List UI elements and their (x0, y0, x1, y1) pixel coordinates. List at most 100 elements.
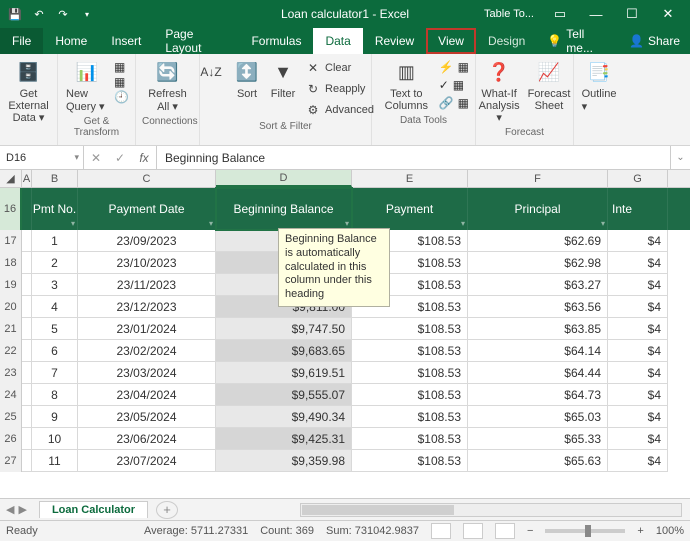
tab-insert[interactable]: Insert (99, 28, 153, 54)
formula-bar[interactable]: Beginning Balance (157, 146, 670, 169)
cell[interactable] (22, 318, 32, 340)
what-if-button[interactable]: ❓ What-If Analysis ▾ (477, 56, 522, 126)
close-icon[interactable]: ✕ (650, 0, 686, 28)
cell-interest[interactable]: $4 (608, 428, 668, 450)
cell-beginning-balance[interactable]: $9,619.51 (216, 362, 352, 384)
horizontal-scrollbar[interactable] (300, 503, 682, 517)
dropdown-icon[interactable]: ▾ (601, 219, 605, 228)
cell-pmt-no[interactable]: 7 (32, 362, 78, 384)
ribbon-options-icon[interactable]: ▭ (542, 0, 578, 28)
cancel-icon[interactable]: ✕ (84, 151, 108, 165)
select-all-corner[interactable]: ◢ (0, 170, 22, 187)
refresh-all-button[interactable]: 🔄 Refresh All ▾ (142, 56, 193, 115)
cell-interest[interactable]: $4 (608, 274, 668, 296)
cell-payment-date[interactable]: 23/09/2023 (78, 230, 216, 252)
cell-payment[interactable]: $108.53 (352, 384, 468, 406)
row-header[interactable]: 25 (0, 406, 22, 428)
reapply-button[interactable]: ↻Reapply (303, 79, 376, 99)
from-table-icon[interactable]: ▦ (114, 75, 129, 89)
cell-payment-date[interactable]: 23/06/2024 (78, 428, 216, 450)
cell[interactable] (22, 230, 32, 252)
cell[interactable] (22, 340, 32, 362)
th-beginning-balance[interactable]: Beginning Balance▾ (216, 188, 352, 230)
row-header[interactable]: 18 (0, 252, 22, 274)
consolidate-icon[interactable]: ▦ (453, 78, 464, 92)
cell-principal[interactable]: $63.56 (468, 296, 608, 318)
view-layout-icon[interactable] (463, 523, 483, 539)
cell-interest[interactable]: $4 (608, 406, 668, 428)
cell-payment-date[interactable]: 23/12/2023 (78, 296, 216, 318)
col-B[interactable]: B (32, 170, 78, 187)
text-to-columns-button[interactable]: ▥ Text to Columns (378, 56, 435, 114)
cell-payment-date[interactable]: 23/04/2024 (78, 384, 216, 406)
cell-principal[interactable]: $65.03 (468, 406, 608, 428)
cell-principal[interactable]: $62.98 (468, 252, 608, 274)
cell-interest[interactable]: $4 (608, 296, 668, 318)
cell-principal[interactable]: $64.14 (468, 340, 608, 362)
th-principal[interactable]: Principal▾ (468, 188, 608, 230)
cell-beginning-balance[interactable]: $9,747.50 (216, 318, 352, 340)
manage-model-icon[interactable]: ▦ (458, 96, 469, 110)
sort-button[interactable]: ↕️ Sort (231, 56, 263, 102)
minimize-icon[interactable]: — (578, 0, 614, 28)
qat-customize-icon[interactable]: ▾ (76, 3, 98, 25)
worksheet[interactable]: ◢ A B C D E F G 16 Pmt No.▾ Payment Date… (0, 170, 690, 498)
cell-interest[interactable]: $4 (608, 230, 668, 252)
row-header[interactable]: 27 (0, 450, 22, 472)
recent-sources-icon[interactable]: 🕘 (114, 90, 129, 104)
cell[interactable] (22, 362, 32, 384)
dropdown-icon[interactable]: ▾ (209, 219, 213, 228)
tell-me[interactable]: 💡 Tell me... (537, 28, 619, 54)
row-header[interactable]: 23 (0, 362, 22, 384)
cell-interest[interactable]: $4 (608, 252, 668, 274)
col-F[interactable]: F (468, 170, 608, 187)
dropdown-icon[interactable]: ▾ (71, 219, 75, 228)
cell-interest[interactable]: $4 (608, 340, 668, 362)
col-C[interactable]: C (78, 170, 216, 187)
flash-fill-icon[interactable]: ⚡ (439, 60, 454, 74)
formula-expand-icon[interactable]: ⌄ (670, 146, 690, 169)
name-box[interactable]: D16 (0, 146, 84, 169)
save-icon[interactable]: 💾 (4, 3, 26, 25)
advanced-button[interactable]: ⚙Advanced (303, 100, 376, 120)
col-A[interactable]: A (22, 170, 32, 187)
cell-pmt-no[interactable]: 10 (32, 428, 78, 450)
undo-icon[interactable]: ↶ (28, 3, 50, 25)
cell-beginning-balance[interactable]: $9,555.07 (216, 384, 352, 406)
cell-payment-date[interactable]: 23/03/2024 (78, 362, 216, 384)
cell-beginning-balance[interactable]: $9,359.98 (216, 450, 352, 472)
cell-payment[interactable]: $108.53 (352, 406, 468, 428)
col-D[interactable]: D (216, 170, 352, 187)
col-E[interactable]: E (352, 170, 468, 187)
cell-pmt-no[interactable]: 1 (32, 230, 78, 252)
cell-payment-date[interactable]: 23/07/2024 (78, 450, 216, 472)
fx-icon[interactable]: fx (132, 151, 156, 165)
row-header[interactable]: 20 (0, 296, 22, 318)
sheet-tab-active[interactable]: Loan Calculator (39, 501, 148, 518)
row-header[interactable]: 24 (0, 384, 22, 406)
cell-pmt-no[interactable]: 11 (32, 450, 78, 472)
show-queries-icon[interactable]: ▦ (114, 60, 129, 74)
cell-interest[interactable]: $4 (608, 384, 668, 406)
zoom-in-icon[interactable]: + (637, 525, 643, 537)
th-interest[interactable]: Inte (608, 188, 668, 230)
col-G[interactable]: G (608, 170, 668, 187)
sheet-nav-next-icon[interactable]: ▶ (18, 503, 26, 516)
cell-payment-date[interactable]: 23/11/2023 (78, 274, 216, 296)
cell-payment-date[interactable]: 23/05/2024 (78, 406, 216, 428)
row-header[interactable]: 17 (0, 230, 22, 252)
tab-data[interactable]: Data (313, 28, 362, 54)
cell[interactable] (22, 450, 32, 472)
forecast-sheet-button[interactable]: 📈 Forecast Sheet (526, 56, 573, 114)
zoom-level[interactable]: 100% (656, 525, 684, 537)
cell[interactable] (22, 296, 32, 318)
cell-principal[interactable]: $62.69 (468, 230, 608, 252)
tab-view[interactable]: View (426, 28, 476, 54)
row-header[interactable]: 19 (0, 274, 22, 296)
cell-principal[interactable]: $65.33 (468, 428, 608, 450)
tab-home[interactable]: Home (43, 28, 99, 54)
row-header[interactable]: 21 (0, 318, 22, 340)
sort-az-button[interactable]: A↓Z (195, 56, 227, 88)
cell[interactable] (22, 406, 32, 428)
cell-payment-date[interactable]: 23/02/2024 (78, 340, 216, 362)
